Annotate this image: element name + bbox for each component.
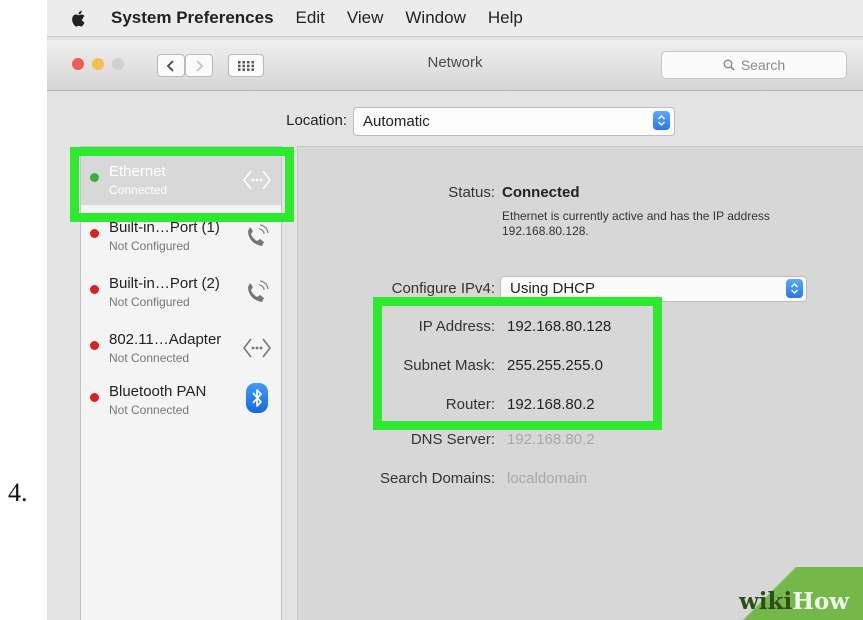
ip-info-highlight-box [373, 297, 662, 430]
location-label: Location: [286, 112, 347, 129]
ethernet-highlight-box [70, 147, 294, 222]
up-down-arrows-icon [653, 111, 670, 130]
phone-icon [248, 224, 269, 246]
search-domains-label: Search Domains: [379, 470, 495, 487]
status-value: Connected [502, 184, 580, 201]
service-status: Not Connected [109, 351, 190, 365]
status-dot-red [90, 229, 99, 238]
service-name: Bluetooth PAN [109, 383, 207, 400]
menu-view[interactable]: View [347, 8, 384, 28]
apple-icon[interactable] [69, 9, 89, 28]
location-value: Automatic [363, 113, 430, 130]
status-dot-red [90, 285, 99, 294]
menu-edit[interactable]: Edit [296, 8, 325, 28]
service-item-80211-adapter[interactable]: 802.11…Adapter Not Connected [81, 321, 281, 373]
window-toolbar: Network Search [47, 40, 863, 91]
status-dot-red [90, 341, 99, 350]
menu-bar: System Preferences Edit View Window Help [47, 0, 863, 37]
service-name: Built-in…Port (2) [109, 275, 220, 292]
screenshot: System Preferences Edit View Window Help… [47, 0, 863, 620]
search-icon [723, 59, 735, 71]
status-description: Ethernet is currently active and has the… [502, 209, 770, 238]
watermark-part2: How [792, 588, 850, 615]
bluetooth-icon [246, 383, 268, 413]
service-status: Not Configured [109, 239, 190, 253]
service-item-builtin-port-2[interactable]: Built-in…Port (2) Not Configured [81, 265, 281, 317]
dns-server-value: 192.168.80.2 [507, 431, 595, 448]
service-status: Not Connected [109, 403, 190, 417]
service-item-bluetooth-pan[interactable]: Bluetooth PAN Not Connected [81, 373, 281, 425]
menu-help[interactable]: Help [488, 8, 523, 28]
search-domains-value: localdomain [507, 470, 588, 487]
dns-server-label: DNS Server: [410, 431, 495, 448]
menu-window[interactable]: Window [405, 8, 465, 28]
status-label: Status: [448, 184, 495, 201]
menu-system-preferences[interactable]: System Preferences [111, 8, 274, 28]
status-dot-red [90, 393, 99, 402]
configure-ipv4-label: Configure IPv4: [391, 280, 495, 297]
wikihow-watermark: wikiHow [739, 588, 849, 615]
up-down-arrows-icon [786, 279, 803, 298]
watermark-part1: wiki [739, 588, 793, 615]
search-field[interactable]: Search [661, 51, 847, 79]
configure-ipv4-value: Using DHCP [510, 280, 596, 297]
search-placeholder: Search [740, 57, 786, 73]
phone-icon [248, 280, 269, 302]
ethernet-arrows-icon [242, 338, 272, 358]
location-select[interactable]: Automatic [353, 107, 675, 136]
service-status: Not Configured [109, 295, 190, 309]
step-number: 4. [8, 478, 28, 507]
service-name: 802.11…Adapter [109, 331, 222, 348]
